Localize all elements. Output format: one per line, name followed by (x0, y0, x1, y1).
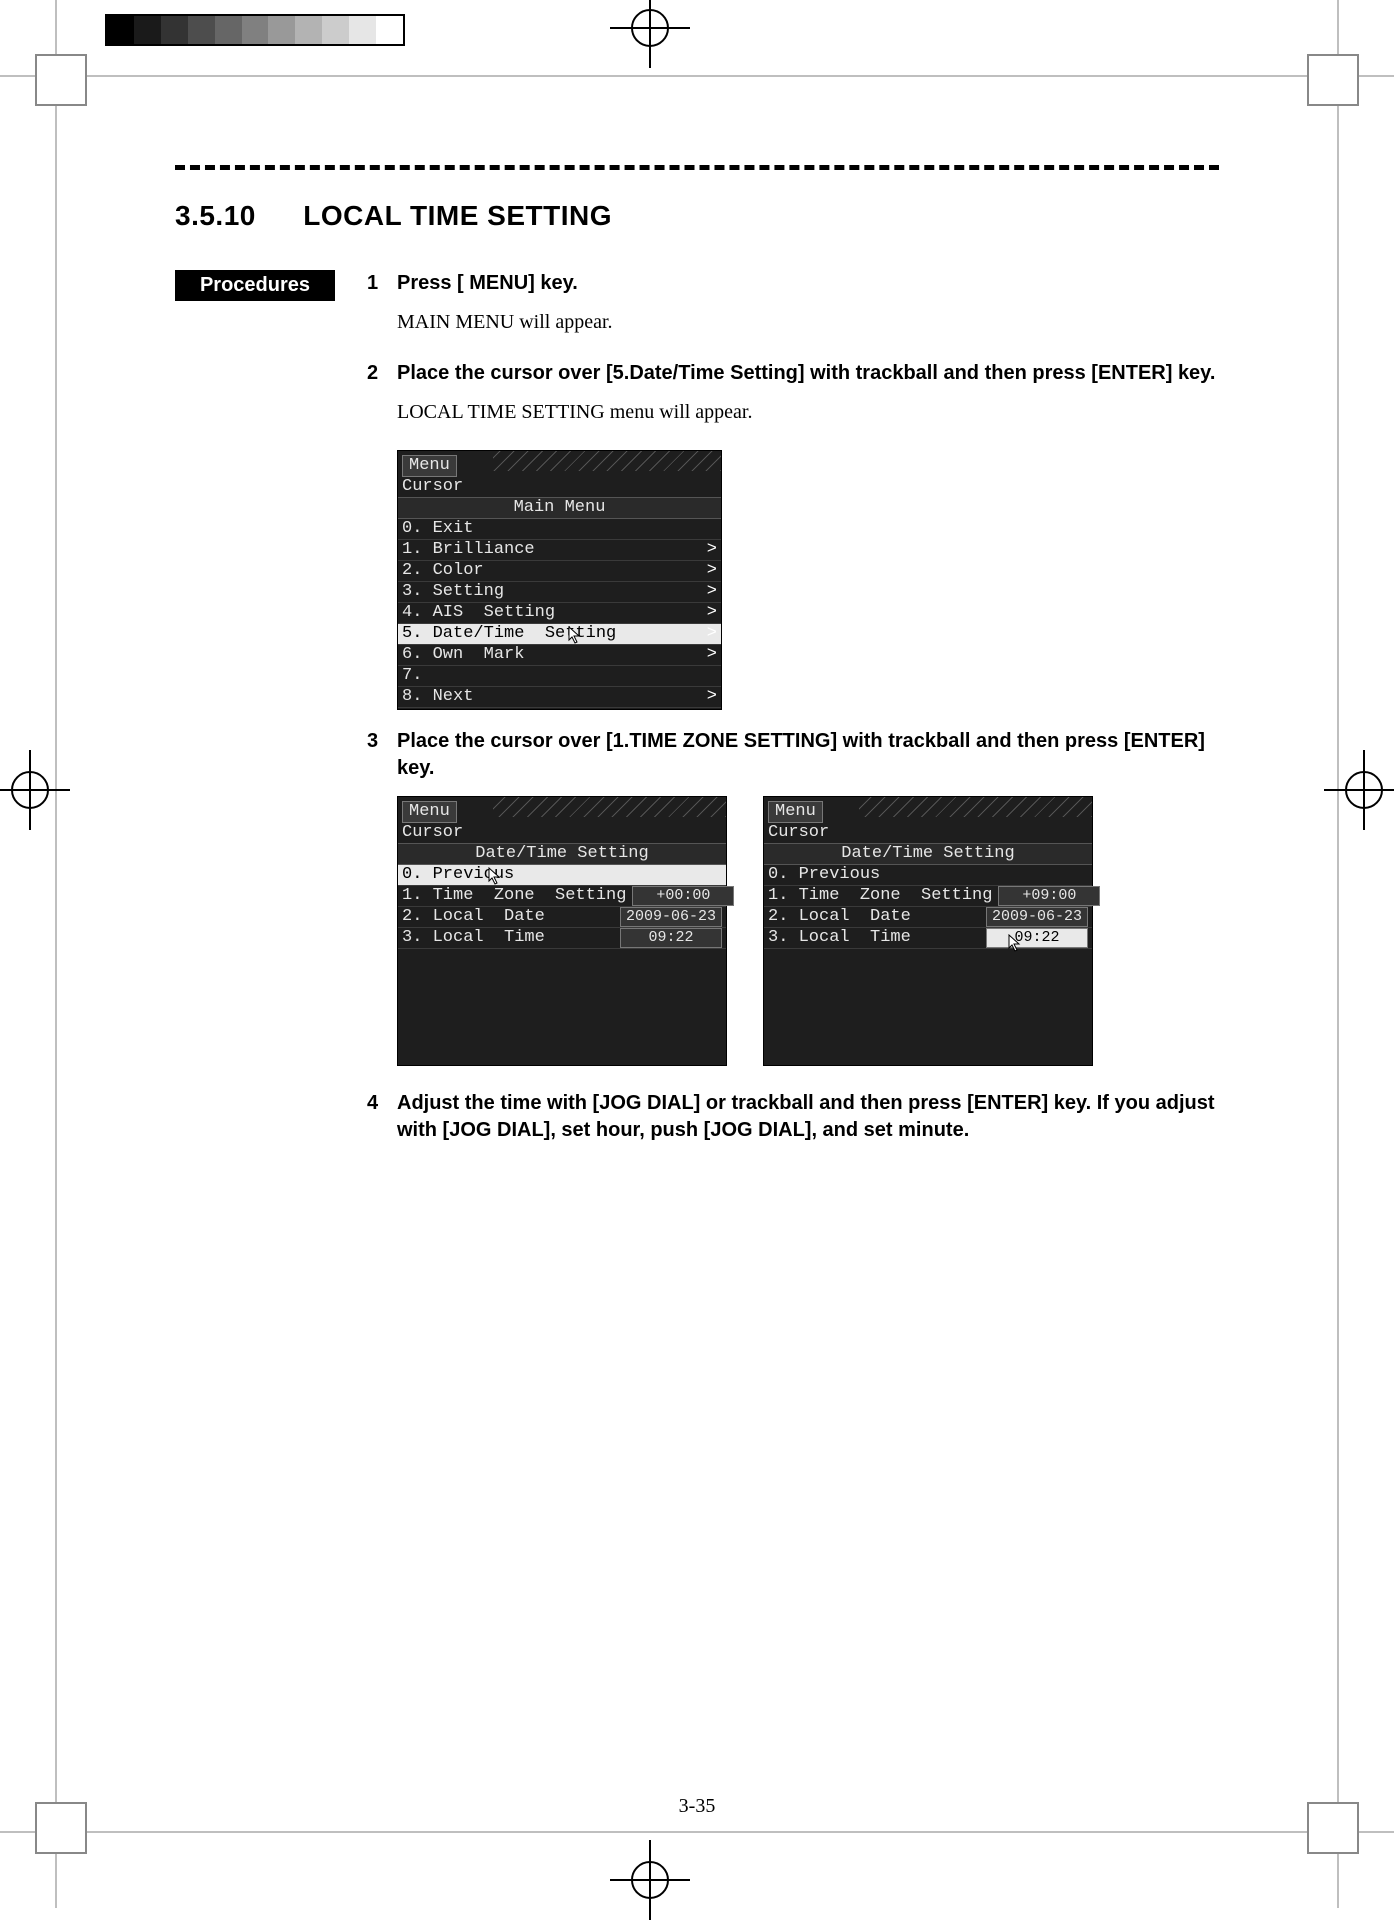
panel-title: Date/Time Setting (764, 843, 1092, 865)
value-time-zone: +09:00 (998, 886, 1100, 906)
steps-column: 1 Press [ MENU] key. MAIN MENU will appe… (367, 270, 1219, 1156)
crop-line (55, 0, 57, 1908)
step-3: 3 Place the cursor over [1.TIME ZONE SET… (367, 728, 1219, 782)
step-number: 4 (367, 1090, 397, 1144)
value-local-date: 2009-06-23 (620, 907, 722, 927)
panel-title: Date/Time Setting (398, 843, 726, 865)
bearing-ticks-icon (859, 797, 1092, 817)
chevron-right-icon: > (703, 582, 717, 602)
menu-item-next[interactable]: 8. Next > (398, 687, 721, 708)
step-number: 3 (367, 728, 397, 782)
step-text: Press [ MENU] key. (397, 270, 1219, 297)
menu-button[interactable]: Menu (402, 455, 457, 477)
menu-item-exit[interactable]: 0. Exit (398, 519, 721, 540)
cursor-label: Cursor (398, 477, 721, 497)
step-number: 2 (367, 360, 397, 387)
menu-list: 0. Previous 1. Time Zone Setting +00:00 (398, 865, 726, 949)
section-rule (175, 165, 1219, 170)
menu-item-color[interactable]: 2. Color > (398, 561, 721, 582)
bearing-ticks-icon (493, 451, 721, 471)
menu-button[interactable]: Menu (402, 801, 457, 823)
radar-panel-datetime-b: Menu Cursor Date/Time Setting 0. Previou… (763, 796, 1093, 1066)
chevron-right-icon: > (703, 540, 717, 560)
step-text: Place the cursor over [5.Date/Time Setti… (397, 360, 1219, 387)
step-4: 4 Adjust the time with [JOG DIAL] or tra… (367, 1090, 1219, 1144)
procedures-badge: Procedures (175, 270, 335, 301)
menu-item-ais-setting[interactable]: 4. AIS Setting > (398, 603, 721, 624)
menu-list: 0. Previous 1. Time Zone Setting +09:00 … (764, 865, 1092, 949)
menu-button[interactable]: Menu (768, 801, 823, 823)
cursor-label: Cursor (764, 823, 1092, 843)
radar-panel-main-menu: Menu Cursor Main Menu 0. Exit 1. Brillia… (397, 450, 722, 710)
menu-item-local-date[interactable]: 2. Local Date 2009-06-23 (764, 907, 1092, 928)
crop-corner (1307, 54, 1359, 106)
section-number: 3.5.10 (175, 200, 295, 232)
menu-item-local-date[interactable]: 2. Local Date 2009-06-23 (398, 907, 726, 928)
crop-line (0, 1831, 1394, 1833)
menu-item-previous[interactable]: 0. Previous (764, 865, 1092, 886)
menu-item-blank[interactable]: 7. (398, 666, 721, 687)
crop-line (1337, 0, 1339, 1908)
chevron-right-icon: > (703, 645, 717, 665)
section-heading: 3.5.10 LOCAL TIME SETTING (175, 200, 1219, 232)
panel-title: Main Menu (398, 497, 721, 519)
menu-list: 0. Exit 1. Brilliance > 2. Color > (398, 519, 721, 708)
value-local-date: 2009-06-23 (986, 907, 1088, 927)
menu-item-time-zone-setting[interactable]: 1. Time Zone Setting +00:00 (398, 886, 726, 907)
content-area: 3.5.10 LOCAL TIME SETTING Procedures 1 P… (175, 165, 1219, 1758)
menu-item-own-mark[interactable]: 6. Own Mark > (398, 645, 721, 666)
step-note: MAIN MENU will appear. (397, 309, 1219, 336)
step-text: Adjust the time with [JOG DIAL] or track… (397, 1090, 1219, 1144)
value-local-time: 09:22 (986, 928, 1088, 948)
chevron-right-icon: > (703, 561, 717, 581)
step-note: LOCAL TIME SETTING menu will appear. (397, 399, 1219, 426)
registration-mark-icon (610, 1840, 690, 1920)
bearing-ticks-icon (493, 797, 726, 817)
crop-line (0, 75, 1394, 77)
step-number: 1 (367, 270, 397, 297)
radar-panel-datetime-a: Menu Cursor Date/Time Setting 0. Previou… (397, 796, 727, 1066)
page-number: 3-35 (0, 1795, 1394, 1818)
figure-date-time-panels: Menu Cursor Date/Time Setting 0. Previou… (397, 796, 1219, 1066)
value-time-zone: +00:00 (632, 886, 734, 906)
section-title-text: LOCAL TIME SETTING (303, 200, 612, 231)
crop-corner (35, 54, 87, 106)
menu-item-previous[interactable]: 0. Previous (398, 865, 726, 886)
registration-mark-icon (1324, 750, 1394, 830)
step-text: Place the cursor over [1.TIME ZONE SETTI… (397, 728, 1219, 782)
chevron-right-icon: > (703, 624, 717, 644)
menu-item-brilliance[interactable]: 1. Brilliance > (398, 540, 721, 561)
menu-item-local-time[interactable]: 3. Local Time 09:22 (764, 928, 1092, 949)
menu-item-setting[interactable]: 3. Setting > (398, 582, 721, 603)
cursor-label: Cursor (398, 823, 726, 843)
registration-mark-icon (610, 0, 690, 68)
step-2: 2 Place the cursor over [5.Date/Time Set… (367, 360, 1219, 387)
page: 3.5.10 LOCAL TIME SETTING Procedures 1 P… (0, 0, 1394, 1908)
figure-main-menu: Menu Cursor Main Menu 0. Exit 1. Brillia… (397, 450, 1219, 710)
step-1: 1 Press [ MENU] key. (367, 270, 1219, 297)
registration-mark-icon (0, 750, 70, 830)
menu-item-date-time-setting[interactable]: 5. Date/Time Setting > (398, 624, 721, 645)
menu-item-local-time[interactable]: 3. Local Time 09:22 (398, 928, 726, 949)
menu-item-time-zone-setting[interactable]: 1. Time Zone Setting +09:00 (764, 886, 1092, 907)
chevron-right-icon: > (703, 603, 717, 623)
grayscale-bar (105, 14, 405, 46)
chevron-right-icon: > (703, 687, 717, 707)
value-local-time: 09:22 (620, 928, 722, 948)
procedures-row: Procedures 1 Press [ MENU] key. MAIN MEN… (175, 270, 1219, 1156)
